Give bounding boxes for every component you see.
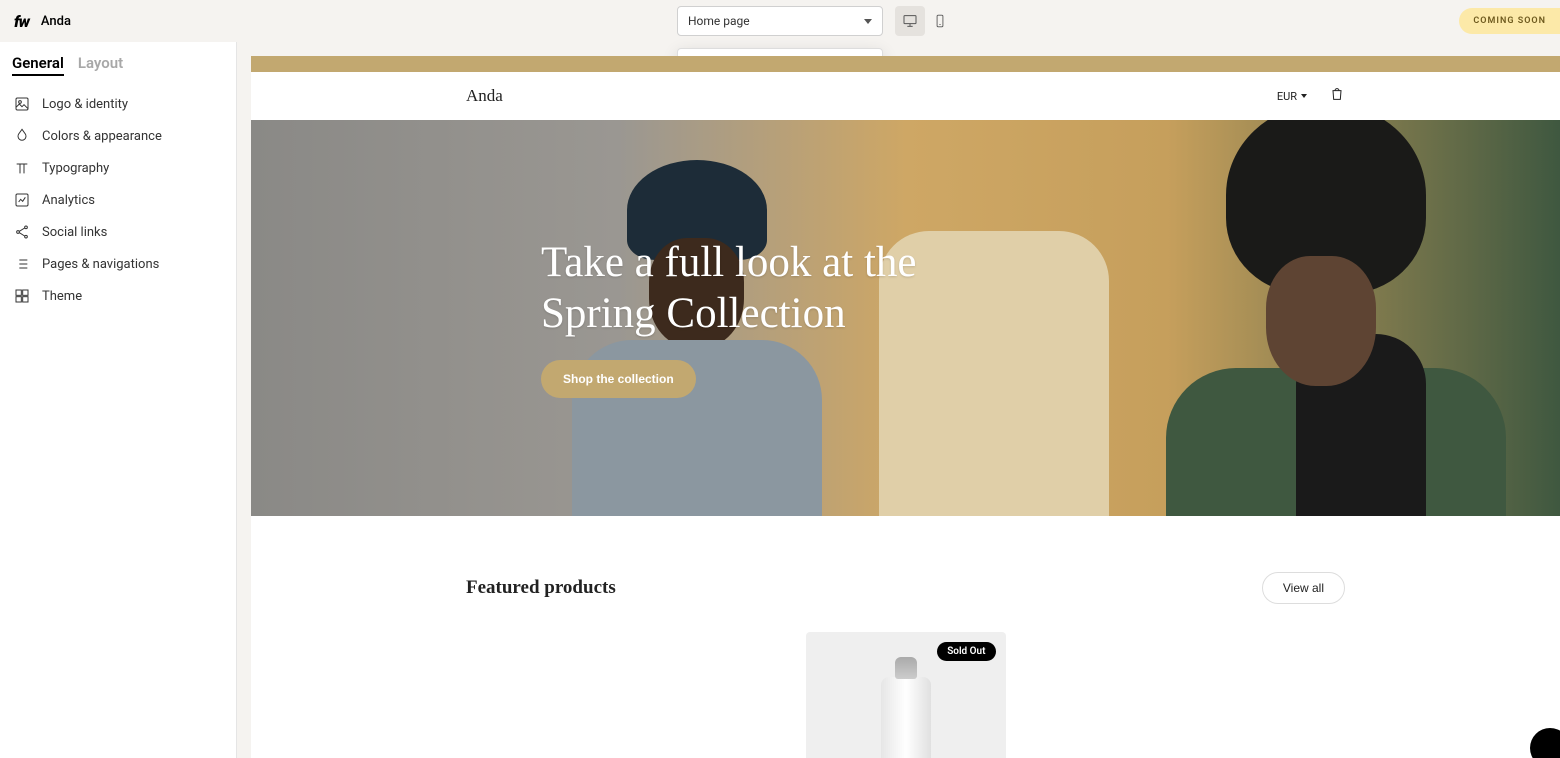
chevron-down-icon (1301, 94, 1307, 98)
hero-title: Take a full look at the Spring Collectio… (541, 238, 1560, 339)
sidebar-item-typography[interactable]: Typography (0, 152, 236, 184)
sidebar-item-pages[interactable]: Pages & navigations (0, 248, 236, 280)
brand-name: Anda (41, 14, 71, 29)
bottle-icon (881, 677, 931, 758)
chevron-down-icon (864, 19, 872, 24)
sidebar-item-label: Social links (42, 225, 107, 240)
view-all-button[interactable]: View all (1262, 572, 1345, 604)
device-desktop-button[interactable] (895, 6, 925, 36)
currency-label: EUR (1277, 90, 1297, 103)
product-grid: Sold Out (466, 632, 1345, 758)
bag-icon[interactable] (1329, 86, 1345, 106)
preview-pane: Anda EUR Take a full look at the (251, 56, 1560, 758)
topbar: fw Anda Home page Home page Checkout Com… (0, 0, 1560, 42)
device-mobile-button[interactable] (925, 6, 955, 36)
coming-soon-badge[interactable]: COMING SOON (1459, 8, 1560, 34)
droplet-icon (14, 128, 30, 144)
hero-section: Take a full look at the Spring Collectio… (251, 120, 1560, 516)
desktop-icon (902, 13, 918, 29)
grid-icon (14, 288, 30, 304)
sidebar-item-social[interactable]: Social links (0, 216, 236, 248)
sidebar-item-logo[interactable]: Logo & identity (0, 88, 236, 120)
preview-header-right: EUR (1277, 86, 1345, 106)
sidebar-item-analytics[interactable]: Analytics (0, 184, 236, 216)
device-toggle (895, 6, 955, 36)
preview-header: Anda EUR (251, 72, 1560, 120)
preview-accent-bar (251, 56, 1560, 72)
tab-general[interactable]: General (12, 54, 64, 76)
soldout-badge: Sold Out (937, 642, 995, 661)
page-select[interactable]: Home page (677, 6, 883, 36)
featured-title: Featured products (466, 577, 616, 599)
page-select-label: Home page (688, 14, 750, 28)
featured-header: Featured products View all (466, 572, 1345, 604)
content: General Layout Logo & identity Colors & … (0, 42, 1560, 758)
featured-section: Featured products View all Sold Out (251, 516, 1560, 758)
product-card[interactable]: Sold Out (806, 632, 1006, 758)
mobile-icon (933, 13, 947, 29)
logo[interactable]: fw (14, 12, 29, 31)
sidebar-item-label: Colors & appearance (42, 129, 162, 144)
sidebar-item-label: Typography (42, 161, 109, 176)
tab-layout[interactable]: Layout (78, 54, 123, 76)
sidebar-item-label: Pages & navigations (42, 257, 159, 272)
sidebar-item-theme[interactable]: Theme (0, 280, 236, 312)
preview-brand[interactable]: Anda (466, 86, 503, 106)
image-icon (14, 96, 30, 112)
hero-content: Take a full look at the Spring Collectio… (541, 238, 1560, 397)
product-image: Sold Out (806, 632, 1006, 758)
sidebar-tabs: General Layout (0, 54, 236, 88)
sidebar: General Layout Logo & identity Colors & … (0, 42, 237, 758)
sidebar-item-label: Logo & identity (42, 97, 128, 112)
sidebar-item-label: Theme (42, 289, 82, 304)
sidebar-item-label: Analytics (42, 193, 95, 208)
share-icon (14, 224, 30, 240)
shop-collection-button[interactable]: Shop the collection (541, 360, 696, 398)
chart-icon (14, 192, 30, 208)
list-icon (14, 256, 30, 272)
sidebar-item-colors[interactable]: Colors & appearance (0, 120, 236, 152)
currency-selector[interactable]: EUR (1277, 90, 1307, 103)
page-select-wrap: Home page Home page Checkout Coming soon… (677, 6, 883, 36)
type-icon (14, 160, 30, 176)
